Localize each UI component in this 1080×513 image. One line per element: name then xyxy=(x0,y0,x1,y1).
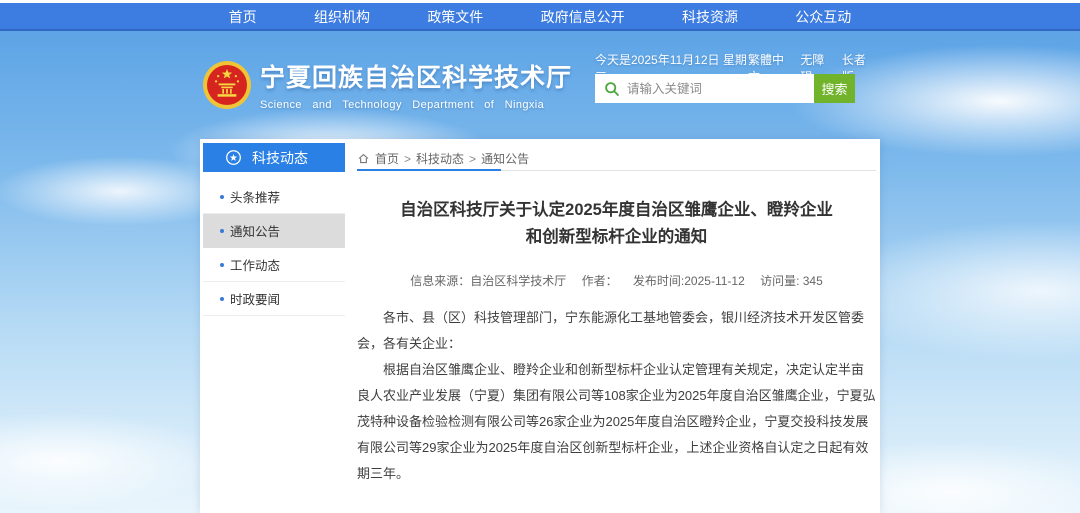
brand-text: 宁夏回族自治区科学技术厅 Science and Technology Depa… xyxy=(260,60,572,111)
breadcrumb-separator: > xyxy=(469,152,476,166)
china-national-emblem-icon xyxy=(202,60,252,110)
breadcrumb-sci-tech-news[interactable]: 科技动态 xyxy=(416,150,464,167)
sidebar-item-label: 工作动态 xyxy=(230,255,280,274)
main-content: 首页 > 科技动态 > 通知公告 自治区科技厅关于认定2025年度自治区雏鹰企业… xyxy=(357,147,876,513)
article-title: 自治区科技厅关于认定2025年度自治区雏鹰企业、瞪羚企业 和创新型标杆企业的通知 xyxy=(357,197,876,251)
star-circle-icon xyxy=(225,149,242,166)
sidebar-menu: 头条推荐 通知公告 工作动态 时政要闻 xyxy=(203,180,345,316)
article-title-line2: 和创新型标杆企业的通知 xyxy=(357,224,876,251)
meta-views: 访问量: 345 xyxy=(760,274,823,288)
bullet-dot-icon xyxy=(220,263,224,267)
home-icon xyxy=(357,152,370,165)
breadcrumb-notices[interactable]: 通知公告 xyxy=(481,150,529,167)
meta-author: 作者： xyxy=(582,274,618,288)
breadcrumb-home[interactable]: 首页 xyxy=(375,150,399,167)
nav-item-sci-tech-resources[interactable]: 科技资源 xyxy=(682,7,738,27)
article-paragraph: 各市、县（区）科技管理部门，宁东能源化工基地管委会，银川经济技术开发区管委会，各… xyxy=(357,305,876,357)
search-icon xyxy=(604,81,620,97)
nav-item-organization[interactable]: 组织机构 xyxy=(314,7,370,27)
sidebar-item-headline-recommend[interactable]: 头条推荐 xyxy=(203,180,345,214)
article-paragraph: 根据自治区雏鹰企业、瞪羚企业和创新型标杆企业认定管理有关规定，决定认定半亩良人农… xyxy=(357,357,876,487)
sidebar-item-notices[interactable]: 通知公告 xyxy=(203,214,345,248)
article-title-line1: 自治区科技厅关于认定2025年度自治区雏鹰企业、瞪羚企业 xyxy=(357,197,876,224)
nav-item-gov-info-disclosure[interactable]: 政府信息公开 xyxy=(541,7,625,27)
page: 首页 组织机构 政策文件 政府信息公开 科技资源 公众互动 宁夏回族自治 xyxy=(0,0,1080,513)
top-navigation-items: 首页 组织机构 政策文件 政府信息公开 科技资源 公众互动 xyxy=(200,3,880,31)
sidebar-item-label: 头条推荐 xyxy=(230,187,280,206)
breadcrumb-underline xyxy=(357,169,501,171)
nav-item-public-interaction[interactable]: 公众互动 xyxy=(795,7,851,27)
article-body: 各市、县（区）科技管理部门，宁东能源化工基地管委会，银川经济技术开发区管委会，各… xyxy=(357,305,876,487)
content-card: 科技动态 头条推荐 通知公告 工作动态 时政要闻 xyxy=(200,139,880,513)
search-box xyxy=(595,74,814,103)
breadcrumb: 首页 > 科技动态 > 通知公告 xyxy=(357,147,876,171)
bullet-dot-icon xyxy=(220,229,224,233)
article-meta: 信息来源：自治区科学技术厅 作者： 发布时间:2025-11-12 访问量: 3… xyxy=(357,272,876,289)
nav-item-home[interactable]: 首页 xyxy=(229,7,257,27)
site-subtitle: Science and Technology Department of Nin… xyxy=(260,99,572,111)
sidebar-item-political-news[interactable]: 时政要闻 xyxy=(203,282,345,316)
nav-item-policy-documents[interactable]: 政策文件 xyxy=(427,7,483,27)
meta-publish-time: 发布时间:2025-11-12 xyxy=(633,274,745,288)
sidebar: 科技动态 头条推荐 通知公告 工作动态 时政要闻 xyxy=(203,143,345,316)
bullet-dot-icon xyxy=(220,297,224,301)
top-navigation: 首页 组织机构 政策文件 政府信息公开 科技资源 公众互动 xyxy=(0,3,1080,31)
meta-source: 信息来源：自治区科学技术厅 xyxy=(410,274,566,288)
search-input[interactable] xyxy=(627,75,813,102)
sidebar-item-label: 通知公告 xyxy=(230,221,280,240)
breadcrumb-separator: > xyxy=(404,152,411,166)
sidebar-section-title[interactable]: 科技动态 xyxy=(203,143,345,172)
sidebar-title-label: 科技动态 xyxy=(252,148,308,168)
search-bar: 搜索 xyxy=(595,74,855,103)
site-logo-link[interactable]: 宁夏回族自治区科学技术厅 Science and Technology Depa… xyxy=(202,60,572,111)
search-button[interactable]: 搜索 xyxy=(814,74,855,103)
site-title: 宁夏回族自治区科学技术厅 xyxy=(260,63,572,93)
sidebar-item-label: 时政要闻 xyxy=(230,289,280,308)
sidebar-item-work-updates[interactable]: 工作动态 xyxy=(203,248,345,282)
bullet-dot-icon xyxy=(220,195,224,199)
